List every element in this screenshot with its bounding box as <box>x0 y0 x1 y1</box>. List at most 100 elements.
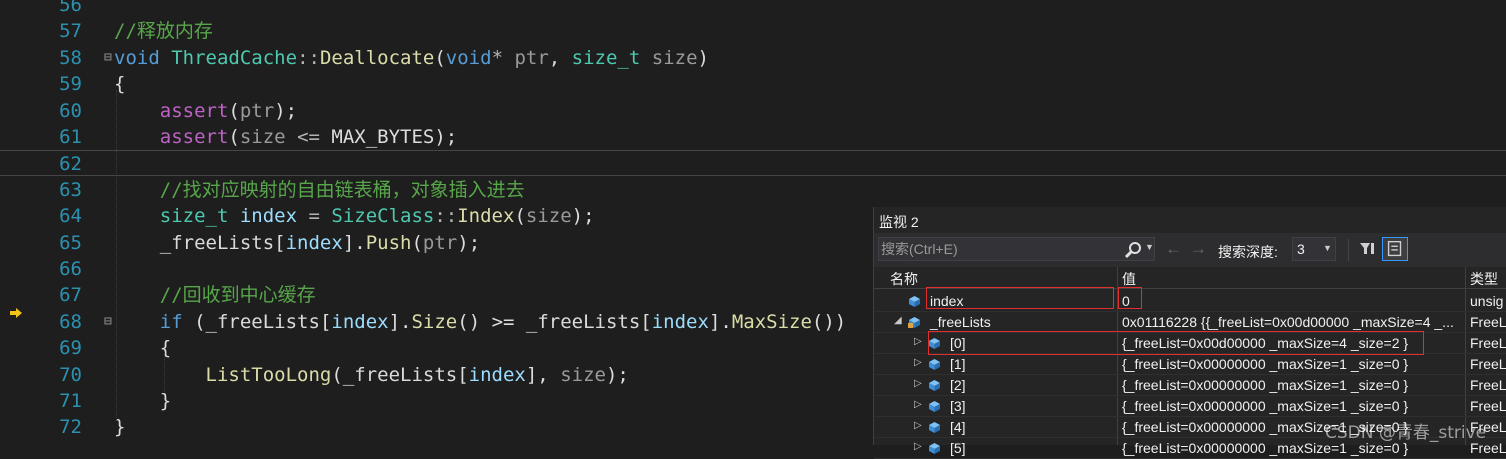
line-number: 60 <box>59 99 82 122</box>
column-header-name[interactable]: 名称 <box>890 269 918 289</box>
field-icon <box>929 443 940 454</box>
code-token: _freeLists <box>205 310 320 333</box>
line-number: 63 <box>59 178 82 201</box>
search-box[interactable]: ▼ <box>878 237 1155 261</box>
search-icon[interactable] <box>1123 240 1143 260</box>
watch-row[interactable]: index 0 unsig <box>874 287 1506 312</box>
view-as-grid-icon[interactable] <box>1382 237 1408 261</box>
fold-collapse-icon[interactable]: ⊟ <box>104 309 113 335</box>
watch-row[interactable]: ◢ _freeLists 0x01116228 {{_freeList=0x00d0… <box>874 312 1506 333</box>
line-number: 56 <box>59 0 82 16</box>
watch-toolbar: ▼ ← → 搜索深度: 3 ▼ <box>874 233 1506 267</box>
watch-item-value[interactable]: {_freeList=0x00000000 _maxSize=1 _size=0… <box>1122 356 1462 372</box>
search-depth-select[interactable]: 3 ▼ <box>1292 237 1336 261</box>
code-token: size_t <box>571 46 641 69</box>
code-token: :: <box>297 46 320 69</box>
code-token: ]. <box>708 310 732 333</box>
code-line[interactable]: 59{ <box>0 71 1506 97</box>
code-line[interactable]: 61 assert(size <= MAX_BYTES); <box>0 124 1506 150</box>
watch-row[interactable]: ▷ [0] {_freeList=0x00d00000 _maxSize=4 _si… <box>874 331 1506 355</box>
code-text: //找对应映射的自由链表桶，对象插入进去 <box>114 177 525 203</box>
code-token: index <box>239 205 298 228</box>
code-line[interactable]: 60 assert(ptr); <box>0 98 1506 124</box>
expand-toggle-icon[interactable]: ▷ <box>914 336 922 347</box>
search-previous-icon[interactable]: ← <box>1165 240 1182 257</box>
watch-row[interactable]: ▷ [1] {_freeList=0x00000000 _maxSize=1 _si… <box>874 354 1506 375</box>
field-icon <box>929 401 940 412</box>
code-token: ptr <box>239 99 275 122</box>
search-next-icon[interactable]: → <box>1190 240 1207 257</box>
code-token: //回收到中心缓存 <box>159 284 316 307</box>
locked-field-icon <box>908 317 920 328</box>
line-number: 71 <box>59 390 82 412</box>
code-text: } <box>114 388 171 414</box>
code-line[interactable]: 62 <box>0 150 1506 177</box>
code-text: assert(size <= MAX_BYTES); <box>114 124 457 150</box>
pin-filter-icon[interactable] <box>1354 237 1380 261</box>
code-token: ); <box>571 205 595 228</box>
code-token: ThreadCache <box>171 46 298 69</box>
fold-collapse-icon[interactable]: ⊟ <box>104 45 113 71</box>
expand-toggle-icon[interactable]: ▷ <box>914 399 922 410</box>
code-token: [ <box>274 231 286 254</box>
watch-item-name: [2] <box>950 377 966 393</box>
code-token: ()) <box>811 310 847 333</box>
watch-item-value[interactable]: {_freeList=0x00000000 _maxSize=1 _size=0… <box>1122 398 1462 414</box>
code-token: ], <box>525 363 561 386</box>
watch-row[interactable]: ▷ [2] {_freeList=0x00000000 _maxSize=1 _si… <box>874 375 1506 396</box>
watch-item-type: unsig <box>1470 293 1504 309</box>
watch-item-value[interactable]: 0x01116228 {{_freeList=0x00d00000 _maxSi… <box>1122 314 1462 330</box>
code-token: ( <box>434 46 446 69</box>
expand-toggle-icon[interactable]: ▷ <box>914 420 922 431</box>
search-input[interactable] <box>881 240 1117 258</box>
line-number: 66 <box>59 258 82 280</box>
line-number: 64 <box>59 205 82 228</box>
code-token: { <box>114 337 172 360</box>
code-token: index <box>651 310 709 333</box>
watch-item-type: FreeL <box>1470 377 1506 393</box>
watch-grid-header: 名称 值 类型 <box>874 267 1506 289</box>
toolbar-separator <box>1348 239 1349 261</box>
code-token: ( <box>182 310 206 333</box>
code-token: index <box>331 310 389 333</box>
code-line[interactable]: 57 //释放内存 <box>0 18 1506 44</box>
code-token: ( <box>228 99 240 122</box>
watch-window: 监视 2 ▼ ← → 搜索深度: 3 ▼ 名称 值 类型 <box>873 207 1506 459</box>
code-text: ListTooLong(_freeLists[index], size); <box>114 362 629 388</box>
code-token: _freeLists <box>342 363 458 386</box>
code-line[interactable]: 63 //找对应映射的自由链表桶，对象插入进去 <box>0 177 1506 203</box>
column-header-value[interactable]: 值 <box>1122 269 1136 289</box>
watch-item-value[interactable]: 0 <box>1122 293 1462 309</box>
expand-toggle-icon[interactable]: ▷ <box>914 378 922 389</box>
code-token: } <box>114 390 172 412</box>
code-token: ) <box>697 46 709 69</box>
watch-item-type: FreeL <box>1470 398 1506 414</box>
code-token: ( <box>331 363 343 386</box>
code-text: //释放内存 <box>114 18 213 44</box>
code-token: ListTooLong <box>205 363 332 386</box>
field-icon <box>929 359 940 370</box>
watch-row[interactable]: ▷ [3] {_freeList=0x00000000 _maxSize=1 _si… <box>874 396 1506 417</box>
watch-item-name: [1] <box>950 356 966 372</box>
code-token: Index <box>457 205 515 228</box>
code-line[interactable]: 58 ⊟ void ThreadCache::Deallocate(void* pt… <box>0 45 1506 71</box>
code-text: //回收到中心缓存 <box>114 282 316 308</box>
code-token: :: <box>434 205 458 228</box>
column-header-type[interactable]: 类型 <box>1470 269 1498 289</box>
chevron-down-icon: ▼ <box>1323 243 1332 253</box>
line-number: 58 <box>59 46 82 69</box>
line-number: 70 <box>59 363 82 386</box>
expand-toggle-icon[interactable]: ◢ <box>894 315 902 326</box>
search-options-dropdown-icon[interactable]: ▼ <box>1145 242 1154 252</box>
code-token: size <box>239 126 286 148</box>
expand-toggle-icon[interactable]: ▷ <box>914 441 922 452</box>
watch-item-value[interactable]: {_freeList=0x00000000 _maxSize=1 _size=0… <box>1122 377 1462 393</box>
expand-toggle-icon[interactable]: ▷ <box>914 357 922 368</box>
code-line[interactable]: 56 <box>0 0 1506 18</box>
code-token: ( <box>228 126 240 148</box>
code-token: ); <box>274 99 298 122</box>
